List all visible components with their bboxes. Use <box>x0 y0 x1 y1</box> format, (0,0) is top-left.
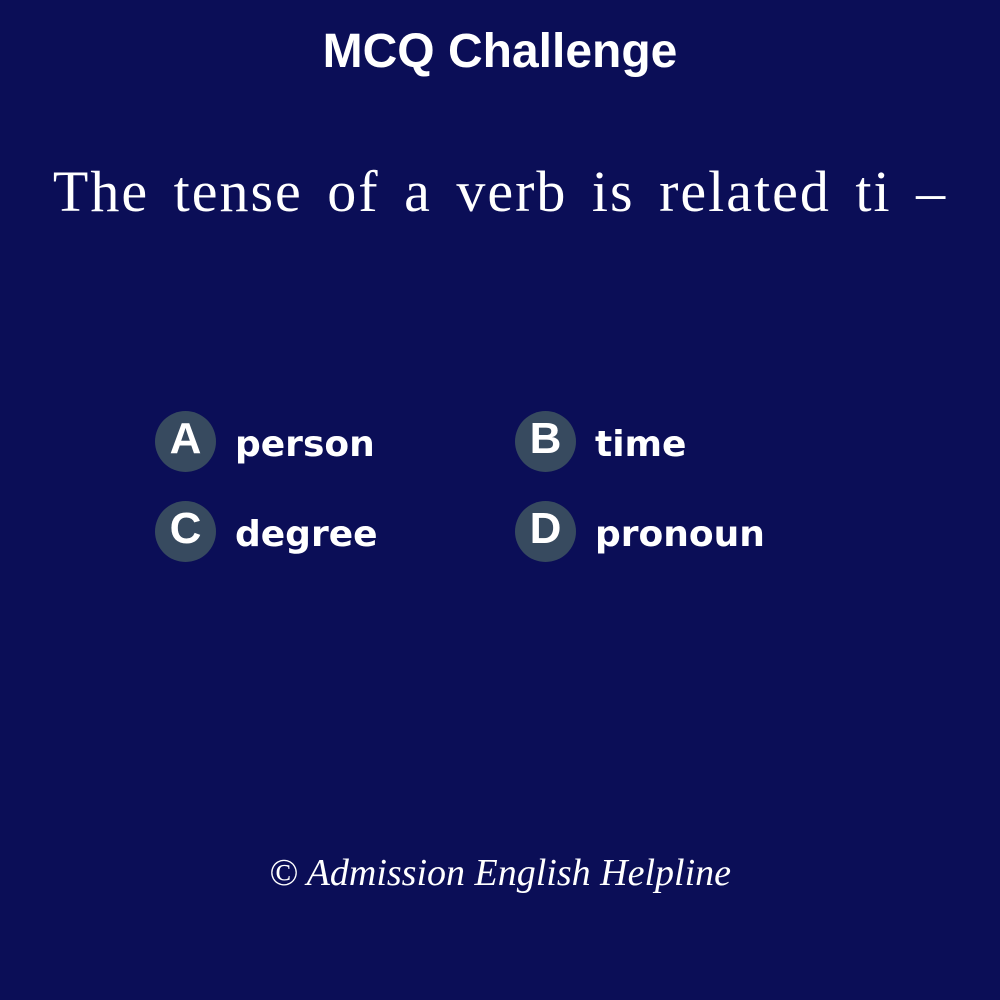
option-label: pronoun <box>595 514 765 555</box>
option-b[interactable]: B time <box>515 410 686 472</box>
option-label: person <box>235 424 375 465</box>
page-title: MCQ Challenge <box>322 25 678 78</box>
copyright-footer: © Admission English Helpline <box>269 852 731 894</box>
option-label: time <box>595 424 687 465</box>
option-label: degree <box>235 514 378 555</box>
question-text: The tense of a verb is related ti – <box>52 159 948 224</box>
option-c[interactable]: C degree <box>155 500 378 562</box>
option-letter-badge: C <box>155 500 216 562</box>
option-letter-badge: A <box>155 410 216 472</box>
option-letter-badge: B <box>515 410 576 472</box>
option-a[interactable]: A person <box>155 410 375 472</box>
option-d[interactable]: D pronoun <box>515 500 765 562</box>
option-letter-badge: D <box>515 500 576 562</box>
